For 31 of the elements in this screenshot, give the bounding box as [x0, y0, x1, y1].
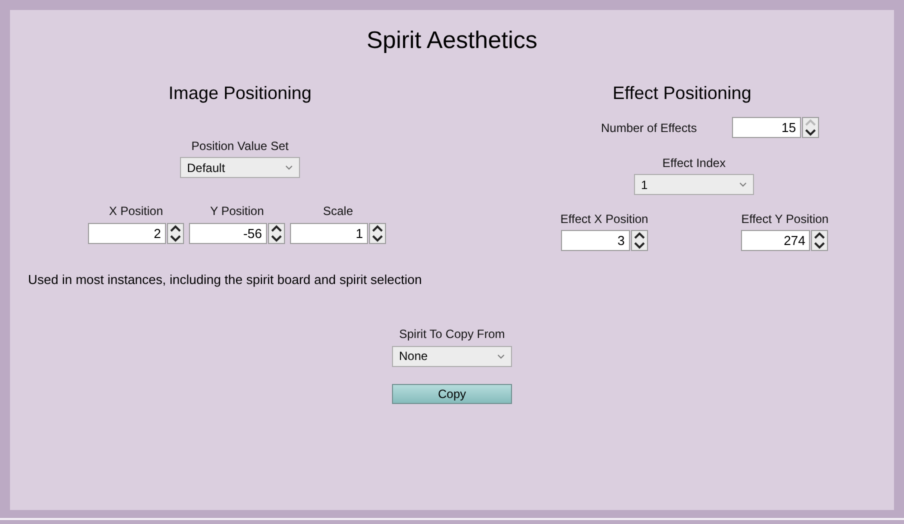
spin-button[interactable]	[369, 223, 386, 244]
number-field[interactable]: 15	[732, 117, 801, 138]
number-field[interactable]: 3	[560, 230, 630, 251]
dropdown[interactable]: Default	[180, 157, 300, 178]
number-field[interactable]: 2	[88, 223, 166, 244]
spin-button[interactable]	[630, 230, 648, 251]
field-label: Number of Effects	[601, 120, 698, 136]
copy-button[interactable]: Copy	[392, 384, 512, 404]
number-field[interactable]: 274	[741, 230, 810, 251]
note-text: Used in most instances, including the spirit board and spirit selection	[28, 271, 422, 289]
dropdown[interactable]: 1	[634, 174, 754, 195]
spin-button[interactable]	[811, 230, 828, 251]
field-label: Scale	[322, 203, 354, 220]
field-label: Spirit To Copy From	[399, 326, 505, 342]
field-label: X Position	[108, 203, 164, 220]
spin-button[interactable]	[268, 223, 285, 244]
field-label: Effect Index	[662, 155, 726, 172]
window-title: Spirit Aesthetics	[366, 26, 538, 56]
section-heading: Effect Positioning	[612, 82, 752, 105]
spin-button[interactable]	[167, 223, 184, 244]
number-field[interactable]: -56	[189, 223, 267, 244]
field-label: Y Position	[210, 203, 264, 220]
dropdown[interactable]: None	[392, 346, 512, 366]
chevron-down-icon	[285, 165, 293, 170]
field-label: Position Value Set	[191, 138, 289, 155]
number-field[interactable]: 1	[290, 223, 368, 244]
chevron-down-icon	[739, 182, 747, 187]
chevron-down-icon	[497, 354, 505, 358]
field-label: Effect Y Position	[741, 211, 829, 228]
section-heading: Image Positioning	[168, 82, 312, 105]
field-label: Effect X Position	[560, 211, 648, 228]
